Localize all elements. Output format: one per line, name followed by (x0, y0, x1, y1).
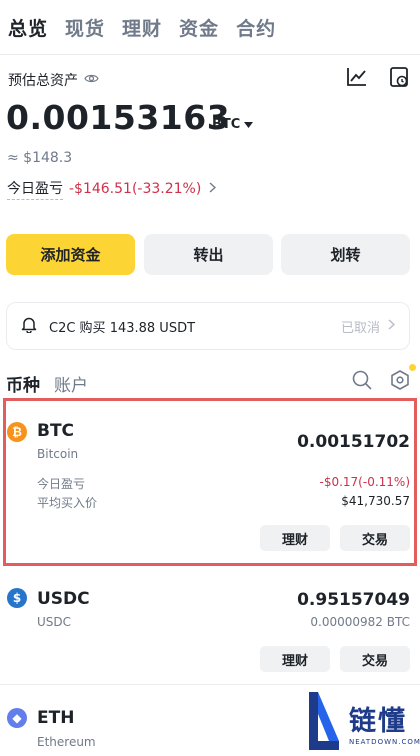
est-label-text: 预估总资产 (8, 73, 78, 89)
asset-amount: 0.95157049 (297, 590, 410, 610)
header-icons (346, 66, 410, 88)
watermark-en: NEATDOWN.COM (349, 737, 420, 746)
trade-button[interactable]: 交易 (340, 646, 410, 672)
tab-accounts[interactable]: 账户 (54, 371, 88, 396)
estimated-balance-label: 预估总资产 (8, 70, 99, 90)
asset-name: USDC (37, 615, 72, 629)
row-divider (0, 684, 420, 685)
c2c-order-notice[interactable]: C2C 购买 143.88 USDT 已取消 (6, 302, 410, 350)
fiat-equivalent: ≈ $148.3 (7, 150, 73, 166)
tab-spot[interactable]: 现货 (65, 14, 105, 41)
bell-icon (21, 316, 37, 337)
tab-futures[interactable]: 合约 (236, 14, 276, 41)
top-divider (0, 54, 420, 55)
eye-icon[interactable] (84, 72, 99, 88)
watermark-cn: 链懂 (349, 705, 407, 737)
earn-button[interactable]: 理财 (260, 646, 330, 672)
transfer-button[interactable]: 划转 (281, 234, 410, 275)
asset-symbol: USDC (37, 589, 90, 609)
withdraw-button[interactable]: 转出 (144, 234, 273, 275)
asset-name: Ethereum (37, 735, 96, 749)
chevron-right-icon (209, 181, 217, 197)
search-icon[interactable] (352, 370, 372, 394)
watermark-logo-icon (305, 690, 343, 754)
caret-down-icon (244, 117, 254, 132)
tab-earn[interactable]: 理财 (122, 14, 162, 41)
asset-row-usdc[interactable]: $ USDC USDC 0.95157049 0.00000982 BTC 理财… (0, 586, 420, 676)
notice-text: C2C 购买 143.88 USDT (49, 320, 196, 336)
today-pnl-label: 今日盈亏 (7, 178, 63, 200)
today-pnl-value: -$146.51(-33.21%) (69, 181, 202, 197)
ethereum-icon: ◆ (7, 708, 27, 728)
notice-status: 已取消 (340, 320, 380, 336)
tab-coins[interactable]: 币种 (6, 371, 40, 396)
highlight-box (3, 398, 417, 566)
add-funds-button[interactable]: 添加资金 (6, 234, 135, 275)
total-balance: 0.00153163 (6, 98, 231, 137)
tab-funding[interactable]: 资金 (179, 14, 219, 41)
pnl-chart-icon[interactable] (346, 66, 368, 88)
today-pnl[interactable]: 今日盈亏 -$146.51(-33.21%) (7, 178, 217, 200)
notification-dot (409, 364, 416, 371)
chevron-right-icon (388, 318, 396, 334)
history-icon[interactable] (388, 66, 410, 88)
top-tabs: 总览 现货 理财 资金 合约 (8, 14, 276, 41)
asset-view-tabs: 币种 账户 (6, 371, 88, 396)
usdc-icon: $ (7, 588, 27, 608)
asset-symbol: ETH (37, 708, 75, 728)
settings-icon[interactable] (390, 370, 410, 394)
tab-overview[interactable]: 总览 (8, 14, 48, 41)
currency-label: BTC (212, 117, 241, 132)
asset-btc-value: 0.00000982 BTC (310, 615, 410, 629)
list-tools (352, 370, 410, 394)
watermark: 链懂 NEATDOWN.COM (305, 688, 420, 756)
currency-selector[interactable]: BTC (212, 117, 254, 132)
